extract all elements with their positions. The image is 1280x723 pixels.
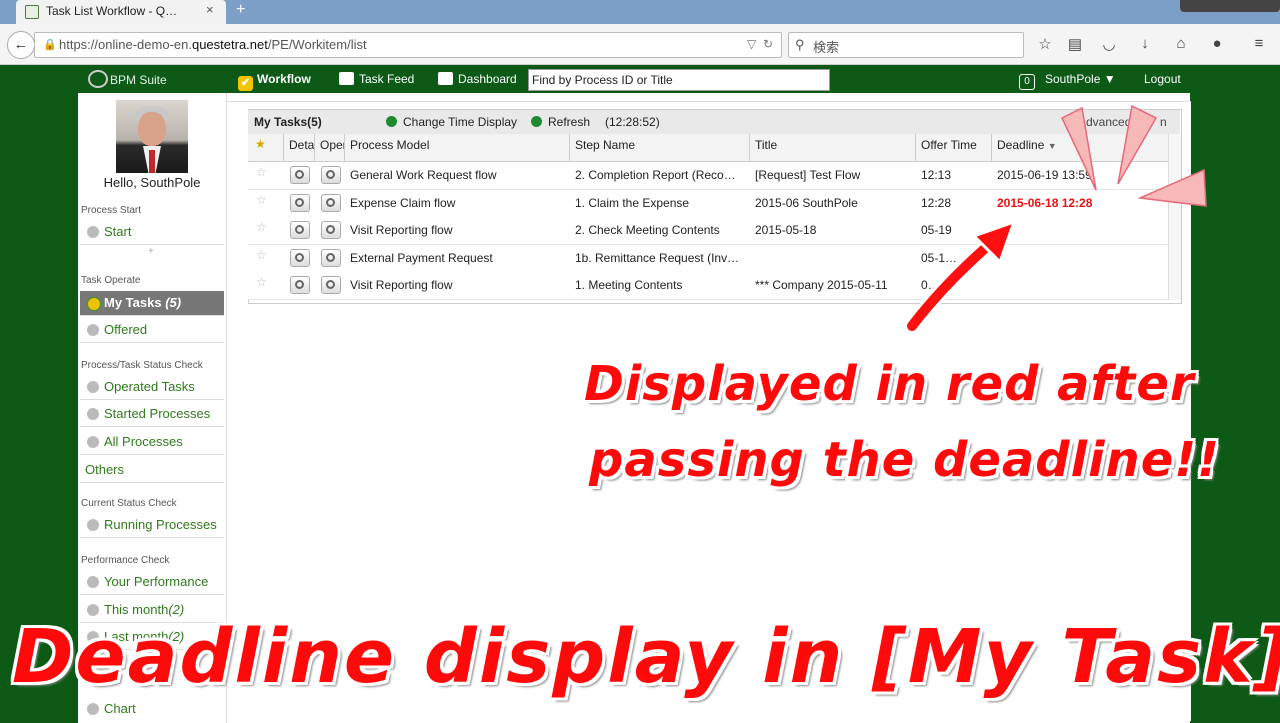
annotation-headline: Deadline display in [My Task]	[12, 614, 1280, 700]
pink-pointer-2	[1117, 104, 1158, 185]
pink-pointer-3	[1137, 168, 1207, 207]
red-arrow-body	[907, 239, 995, 331]
pink-pointer-1	[1061, 106, 1097, 191]
annotation-line-1: Displayed in red after	[584, 356, 1195, 412]
annotation-line-2: passing the deadline!!	[589, 432, 1221, 488]
